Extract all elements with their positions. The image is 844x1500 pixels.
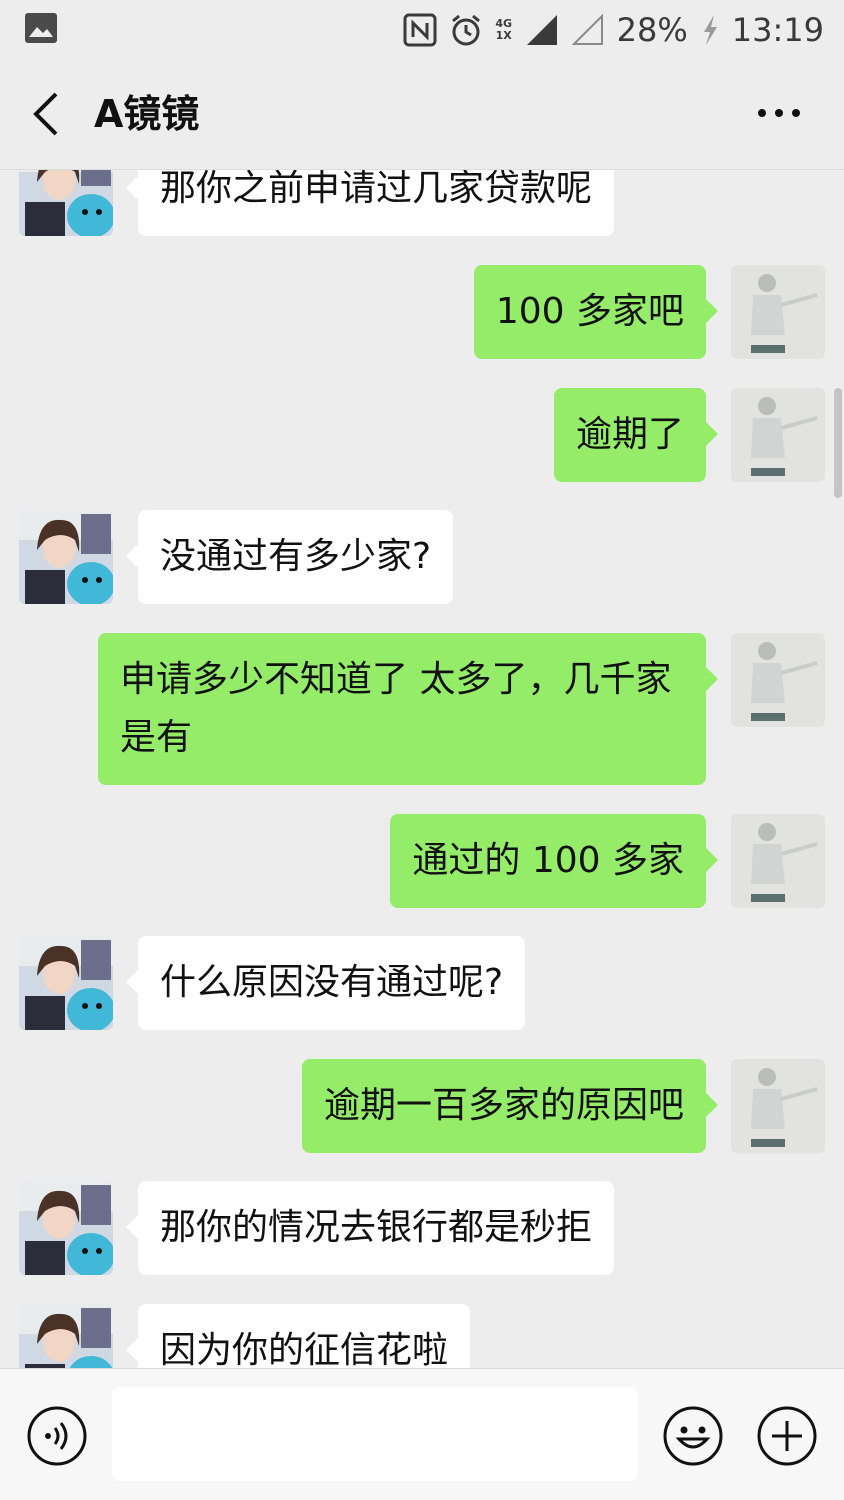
chat-header: A镜镜 <box>0 60 844 170</box>
contact-avatar[interactable] <box>19 936 113 1030</box>
message-bubble-received[interactable]: 那你之前申请过几家贷款呢 <box>125 170 615 236</box>
scrollbar-thumb[interactable] <box>834 388 842 498</box>
status-bar: 4G 1X 28% 13:19 <box>0 0 844 60</box>
message-bubble-sent[interactable]: 申请多少不知道了 太多了，几千家是有 <box>98 633 718 785</box>
message-bubble-received[interactable]: 什么原因没有通过呢? <box>125 936 526 1030</box>
contact-avatar[interactable] <box>19 510 113 604</box>
battery-charging-icon <box>703 15 717 45</box>
my-avatar[interactable] <box>731 388 825 482</box>
message-bubble-received[interactable]: 那你的情况去银行都是秒拒 <box>125 1181 615 1275</box>
network-type: 4G 1X <box>495 17 512 42</box>
message-bubble-sent[interactable]: 逾期了 <box>553 388 719 482</box>
message-bubble-sent[interactable]: 逾期一百多家的原因吧 <box>301 1059 719 1153</box>
emoji-icon[interactable] <box>662 1405 724 1467</box>
my-avatar[interactable] <box>731 814 825 908</box>
gallery-icon <box>25 13 57 43</box>
message-input[interactable] <box>112 1387 638 1481</box>
input-bar <box>0 1368 844 1500</box>
voice-icon[interactable] <box>26 1405 88 1467</box>
message-bubble-sent[interactable]: 通过的 100 多家 <box>390 814 718 908</box>
battery-percent: 28% <box>616 11 688 49</box>
my-avatar[interactable] <box>731 1059 825 1153</box>
my-avatar[interactable] <box>731 633 825 727</box>
message-bubble-sent[interactable]: 100 多家吧 <box>473 265 719 359</box>
chevron-left-icon[interactable] <box>28 88 64 140</box>
contact-avatar[interactable] <box>19 1304 113 1368</box>
nfc-icon <box>403 13 437 47</box>
message-bubble-received[interactable]: 因为你的征信花啦 <box>125 1304 471 1368</box>
plus-icon[interactable] <box>756 1405 818 1467</box>
message-list[interactable]: 那你之前申请过几家贷款呢 100 多家吧 逾期了 没通过有多少家? 申请多少不知… <box>0 170 844 1368</box>
more-dots-icon[interactable] <box>754 98 804 128</box>
alarm-icon <box>451 14 480 46</box>
signal-icon <box>526 15 557 45</box>
chat-title: A镜镜 <box>94 92 200 136</box>
signal-empty-icon <box>571 13 603 45</box>
message-bubble-received[interactable]: 没通过有多少家? <box>125 510 454 604</box>
clock: 13:19 <box>731 11 824 49</box>
contact-avatar[interactable] <box>19 1181 113 1275</box>
contact-avatar[interactable] <box>19 170 113 236</box>
my-avatar[interactable] <box>731 265 825 359</box>
